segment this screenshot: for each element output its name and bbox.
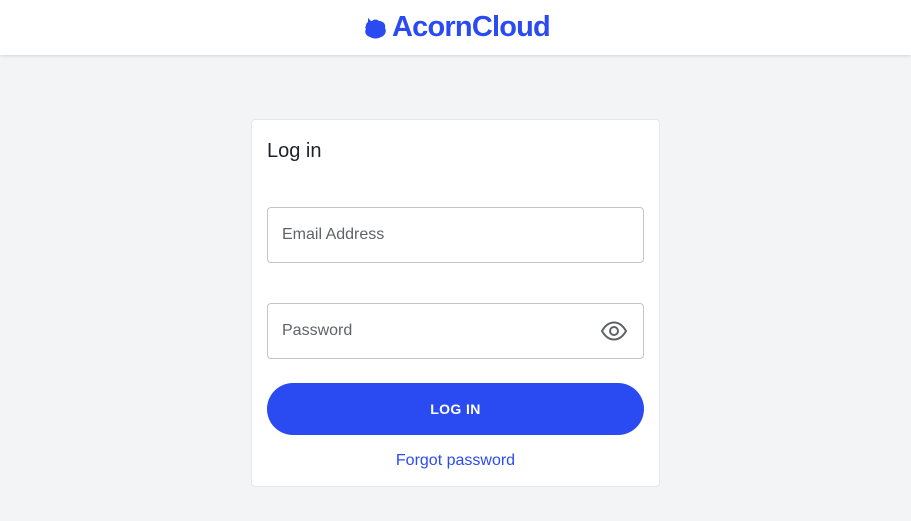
login-title: Log in <box>267 140 322 162</box>
log-in-button[interactable]: LOG IN <box>267 383 644 435</box>
login-card: Log in LOG IN Forgot password <box>251 119 660 487</box>
brand-name: AcornCloud <box>392 11 551 43</box>
email-field[interactable] <box>267 207 644 263</box>
password-field[interactable] <box>267 303 644 359</box>
email-input[interactable] <box>282 226 629 244</box>
eye-icon[interactable] <box>599 316 629 346</box>
top-bar: AcornCloud <box>0 0 911 55</box>
brand-logo[interactable]: AcornCloud <box>361 8 551 48</box>
forgot-password-link[interactable]: Forgot password <box>252 452 659 470</box>
acorn-icon <box>361 14 389 42</box>
password-input[interactable] <box>282 322 599 340</box>
